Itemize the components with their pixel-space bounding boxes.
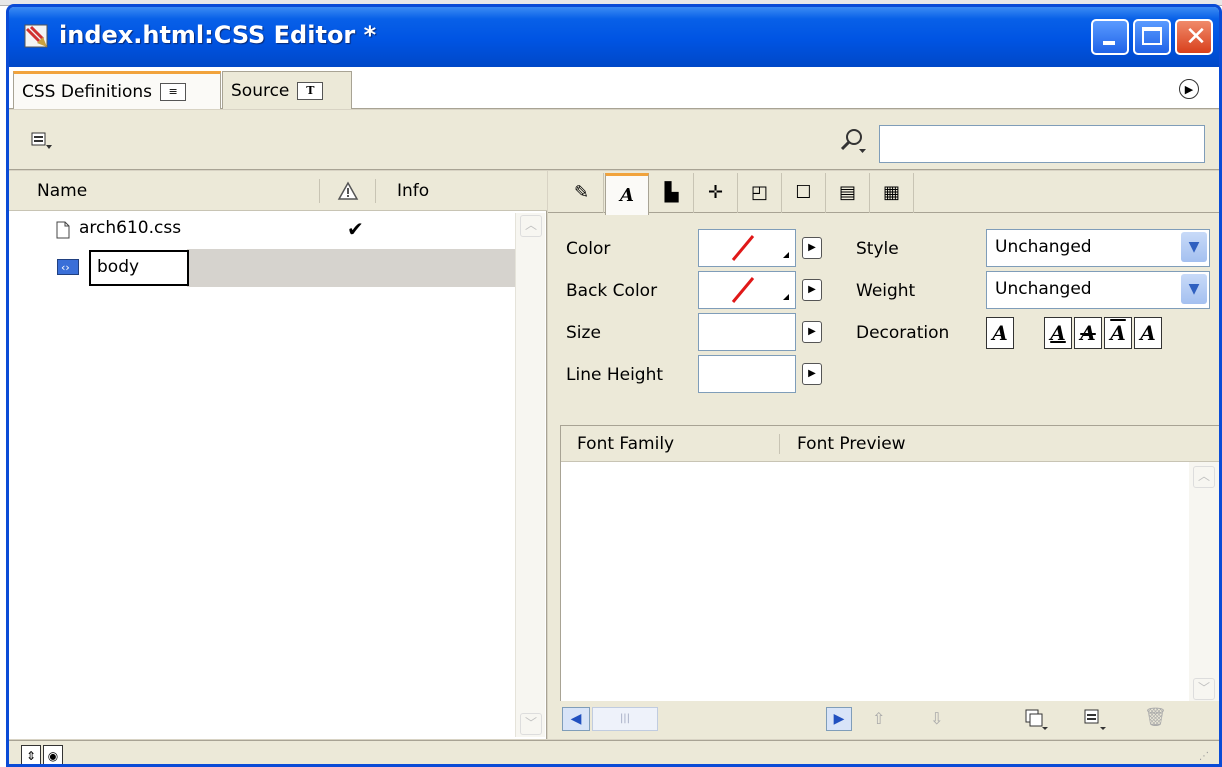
font-list-scrollbar[interactable]: ︿ ﹀ xyxy=(1189,462,1219,706)
style-label: Style xyxy=(856,239,899,259)
weight-label: Weight xyxy=(856,281,916,301)
column-header-name[interactable]: Name xyxy=(37,171,87,211)
font-tab-icon[interactable]: A xyxy=(605,173,649,215)
move-up-icon[interactable]: ⇧ xyxy=(872,709,885,728)
property-category-tabs: ✎ A ▙ ✛ ◰ ☐ ▤ ▦ xyxy=(548,171,1219,215)
decoration-label: Decoration xyxy=(856,323,950,343)
style-list-pane: Name Info arch610.css ✔ ‹› body ︿ ﹀ xyxy=(9,171,547,739)
file-icon xyxy=(55,221,71,239)
back-color-label: Back Color xyxy=(566,281,658,301)
back-color-swatch[interactable] xyxy=(698,271,796,309)
style-select-value: Unchanged xyxy=(995,237,1092,257)
column-header-info[interactable]: Info xyxy=(397,171,429,211)
title-bar[interactable]: index.html:CSS Editor * ✕ xyxy=(9,7,1219,67)
style-icon: ‹› xyxy=(57,259,79,275)
color-label: Color xyxy=(566,239,611,259)
scroll-up-icon[interactable]: ︿ xyxy=(520,215,542,237)
back-color-picker-arrow-icon[interactable]: ▶ xyxy=(802,279,822,301)
close-icon: ✕ xyxy=(1185,22,1207,52)
toolbar xyxy=(9,110,1219,170)
list-tab-icon[interactable]: ▤ xyxy=(826,173,870,213)
list-scrollbar[interactable]: ︿ ﹀ xyxy=(515,213,545,737)
scroll-down-icon[interactable]: ﹀ xyxy=(1193,678,1215,700)
css-editor-app-icon xyxy=(21,21,53,51)
tab-css-definitions[interactable]: CSS Definitions ≡ xyxy=(13,71,221,109)
tab-source[interactable]: Source T xyxy=(222,71,352,109)
column-header-font-preview[interactable]: Font Preview xyxy=(797,434,906,454)
overline-icon[interactable]: A xyxy=(1104,317,1132,349)
chevron-down-icon[interactable]: ▼ xyxy=(1181,274,1207,304)
search-icon[interactable] xyxy=(839,127,867,155)
scroll-up-icon[interactable]: ︿ xyxy=(1193,466,1215,488)
line-height-input[interactable] xyxy=(698,355,796,393)
list-header: Name Info xyxy=(9,171,547,211)
scroll-right-icon[interactable]: ▶ xyxy=(826,707,852,731)
scroll-down-icon[interactable]: ﹀ xyxy=(520,713,542,735)
warning-column-icon xyxy=(337,171,361,211)
line-height-label: Line Height xyxy=(566,365,664,385)
layout-tab-icon[interactable]: ◰ xyxy=(738,173,782,213)
rename-input[interactable]: body xyxy=(89,250,189,286)
size-input[interactable] xyxy=(698,313,796,351)
style-select[interactable]: Unchanged ▼ xyxy=(986,229,1210,267)
underline-icon[interactable]: A xyxy=(1044,317,1072,349)
border-tab-icon[interactable]: ☐ xyxy=(782,173,826,213)
size-label: Size xyxy=(566,323,601,343)
column-divider[interactable] xyxy=(319,179,320,203)
list-item[interactable]: arch610.css ✔ xyxy=(9,211,519,249)
column-divider[interactable] xyxy=(779,434,780,454)
column-divider[interactable] xyxy=(375,179,376,203)
font-list-header: Font Family Font Preview xyxy=(561,426,1219,462)
panel-menu-button[interactable]: ▶ xyxy=(1179,79,1199,99)
other-tab-icon[interactable]: ▦ xyxy=(870,173,914,213)
new-font-icon[interactable] xyxy=(1082,707,1108,736)
text-icon: T xyxy=(297,81,324,100)
list-icon: ≡ xyxy=(160,82,187,101)
panel-tab-row: CSS Definitions ≡ Source T ▶ xyxy=(9,67,1219,109)
font-family-list[interactable]: Font Family Font Preview ︿ ﹀ xyxy=(560,425,1219,707)
chevron-down-icon[interactable]: ▼ xyxy=(1181,232,1207,262)
color-swatch[interactable] xyxy=(698,229,796,267)
weight-select-value: Unchanged xyxy=(995,279,1092,299)
color-picker-arrow-icon[interactable]: ▶ xyxy=(802,237,822,259)
maximize-icon xyxy=(1142,27,1162,45)
search-input[interactable] xyxy=(879,125,1205,163)
strikethrough-icon[interactable]: A xyxy=(1074,317,1102,349)
column-header-font-family[interactable]: Font Family xyxy=(577,434,674,454)
resize-grip-icon[interactable]: ⋰ xyxy=(1199,751,1213,764)
minimize-button[interactable] xyxy=(1091,19,1129,55)
size-arrow-icon[interactable]: ▶ xyxy=(802,321,822,343)
eye-icon[interactable]: ◉ xyxy=(43,745,63,764)
css-editor-window: index.html:CSS Editor * ✕ CSS Definition… xyxy=(6,4,1222,767)
window-title: index.html:CSS Editor * xyxy=(59,21,377,49)
move-down-icon[interactable]: ⇩ xyxy=(930,709,943,728)
property-editor-pane: ✎ A ▙ ✛ ◰ ☐ ▤ ▦ Color ▶ Back Color ▶ Siz… xyxy=(548,171,1219,739)
scroll-left-icon[interactable]: ◀ xyxy=(562,707,590,731)
maximize-button[interactable] xyxy=(1133,19,1171,55)
play-arrow-icon: ▶ xyxy=(1184,83,1194,96)
tab-css-definitions-label: CSS Definitions xyxy=(22,81,153,102)
decoration-none-icon[interactable]: A xyxy=(986,317,1014,349)
position-tab-icon[interactable]: ✛ xyxy=(694,173,738,213)
horizontal-scroll-thumb[interactable]: ||| xyxy=(592,707,658,731)
font-list-toolbar: ◀ ||| ▶ ⇧ ⇩ 🗑 xyxy=(548,701,1219,739)
close-button[interactable]: ✕ xyxy=(1175,19,1213,55)
blink-icon[interactable]: A xyxy=(1134,317,1162,349)
tab-source-label: Source xyxy=(231,80,290,101)
trash-icon[interactable]: 🗑 xyxy=(1144,707,1167,728)
new-style-icon[interactable] xyxy=(31,131,52,151)
pencil-icon[interactable]: ✎ xyxy=(560,173,604,213)
decoration-buttons: A A A A A xyxy=(986,317,1216,351)
status-bar: ⇕ ◉ ⋰ xyxy=(9,740,1219,764)
line-height-arrow-icon[interactable]: ▶ xyxy=(802,363,822,385)
weight-select[interactable]: Unchanged ▼ xyxy=(986,271,1210,309)
sort-toggle-icon[interactable]: ⇕ xyxy=(21,745,41,764)
minimize-icon xyxy=(1103,41,1115,45)
background-tab-icon[interactable]: ▙ xyxy=(650,173,694,213)
list-item-selected[interactable]: ‹› body xyxy=(9,249,519,287)
stylesheet-name: arch610.css xyxy=(79,218,182,238)
add-font-icon[interactable] xyxy=(1024,707,1050,736)
checkmark-icon: ✔ xyxy=(347,217,364,241)
